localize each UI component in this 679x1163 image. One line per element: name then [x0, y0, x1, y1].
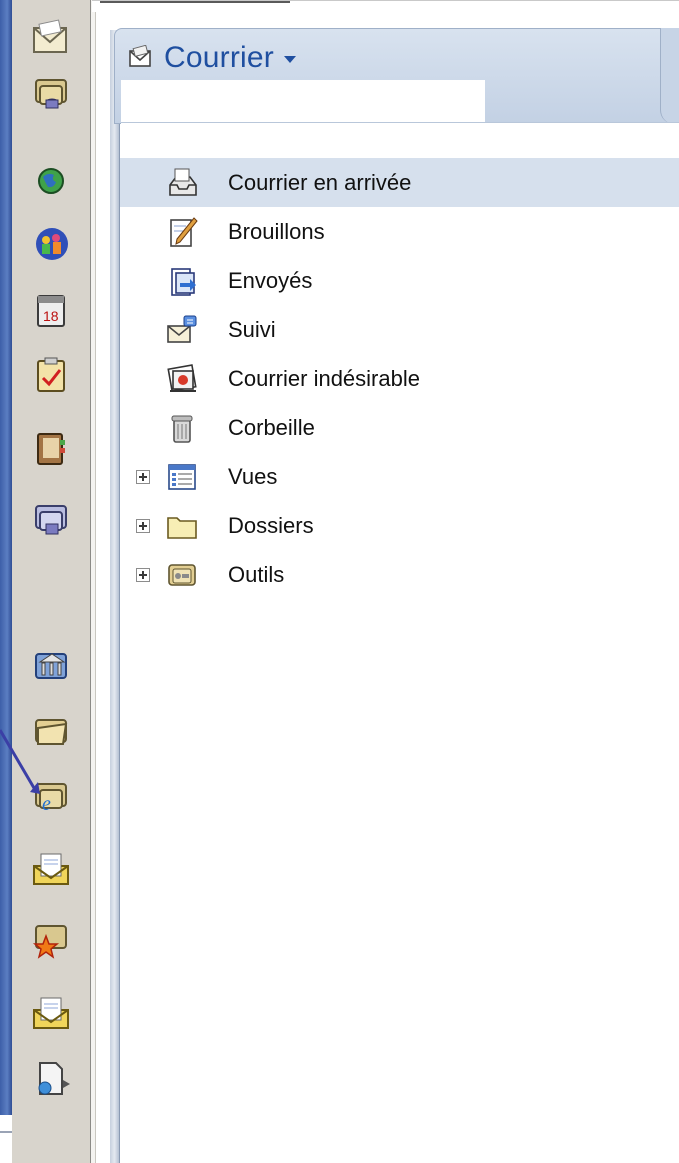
database-stack-icon[interactable] — [30, 72, 72, 114]
header-divider — [121, 122, 679, 124]
expand-toggle[interactable] — [136, 567, 150, 582]
tree-item-label: Brouillons — [228, 218, 325, 244]
letter-envelope-2-icon[interactable] — [30, 992, 72, 1034]
tree-item-label: Outils — [228, 561, 285, 587]
replica-database-icon[interactable] — [30, 498, 72, 540]
mail-header-icon — [129, 45, 151, 67]
svg-text:e: e — [42, 793, 51, 815]
top-strip — [92, 0, 679, 12]
header-blank-area — [121, 80, 485, 122]
tree-item-label: Courrier en arrivée — [228, 169, 412, 195]
svg-text:18: 18 — [43, 308, 59, 324]
open-folder-icon[interactable] — [30, 710, 72, 752]
panel-title: Courrier — [164, 41, 274, 74]
tree-item-folders[interactable]: Dossiers — [120, 501, 679, 550]
folder-icon — [164, 508, 200, 544]
window-edge-notch — [0, 1115, 12, 1163]
tools-box-icon — [164, 557, 200, 593]
window-edge — [0, 0, 12, 1163]
follow-up-envelope-icon — [164, 312, 200, 348]
inbox-tray-icon — [164, 165, 200, 201]
tree-item-sent[interactable]: Envoyés — [120, 256, 679, 305]
address-book-icon[interactable] — [30, 428, 72, 470]
folder-tree: Courrier en arrivée Brouillons Envoyés S… — [120, 158, 679, 599]
tree-item-label: Vues — [228, 463, 278, 489]
bookmark-bar: 18 e — [12, 0, 96, 1163]
todo-clipboard-icon[interactable] — [30, 354, 72, 396]
globe-icon[interactable] — [30, 160, 72, 202]
tree-item-label: Envoyés — [228, 267, 313, 293]
document-link-icon[interactable] — [30, 1058, 72, 1100]
tree-item-label: Dossiers — [228, 512, 314, 538]
tree-item-views[interactable]: Vues — [120, 452, 679, 501]
tree-item-label: Corbeille — [228, 414, 315, 440]
expand-toggle[interactable] — [136, 518, 150, 533]
letter-envelope-icon[interactable] — [30, 848, 72, 890]
tree-item-drafts[interactable]: Brouillons — [120, 207, 679, 256]
panel-border — [110, 30, 120, 1163]
tree-item-follow-up[interactable]: Suivi — [120, 305, 679, 354]
people-group-icon[interactable] — [30, 222, 72, 264]
panel-header-corner — [660, 28, 679, 124]
mail-view-switcher[interactable]: Courrier — [128, 38, 296, 78]
sent-document-icon — [164, 263, 200, 299]
drafts-pencil-icon — [164, 214, 200, 250]
mail-envelope-icon[interactable] — [30, 18, 72, 60]
tree-item-junk[interactable]: Courrier indésirable — [120, 354, 679, 403]
views-list-icon — [164, 459, 200, 495]
favorites-star-icon[interactable] — [30, 918, 72, 960]
library-database-icon[interactable] — [30, 644, 72, 686]
internet-database-icon[interactable]: e — [30, 776, 72, 818]
junk-mail-icon — [164, 361, 200, 397]
tree-item-trash[interactable]: Corbeille — [120, 403, 679, 452]
tree-item-label: Courrier indésirable — [228, 365, 420, 391]
tree-item-label: Suivi — [228, 316, 276, 342]
calendar-icon[interactable]: 18 — [30, 290, 72, 332]
tree-item-tools[interactable]: Outils — [120, 550, 679, 599]
chevron-down-icon — [283, 55, 296, 63]
trash-can-icon — [164, 410, 200, 446]
tree-item-inbox[interactable]: Courrier en arrivée — [120, 158, 679, 207]
expand-toggle[interactable] — [136, 469, 150, 484]
